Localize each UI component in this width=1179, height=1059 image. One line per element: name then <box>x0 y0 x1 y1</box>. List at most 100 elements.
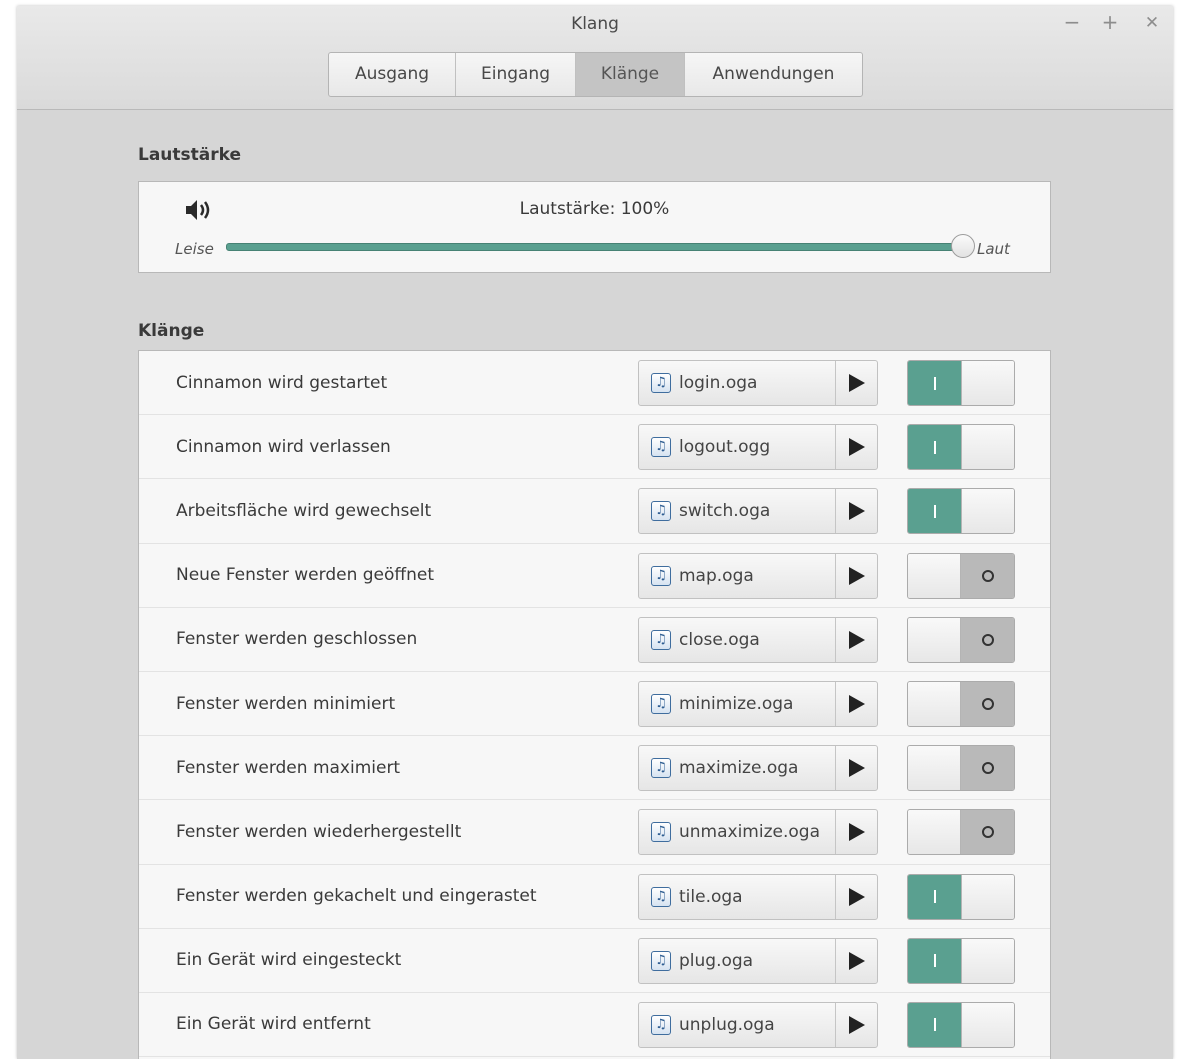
switch-knob <box>908 617 961 662</box>
sound-enable-switch[interactable] <box>907 360 1015 406</box>
volume-max-label: Laut <box>977 240 1010 258</box>
sound-event-label: Neue Fenster werden geöffnet <box>176 565 435 586</box>
play-button[interactable] <box>836 618 877 662</box>
sound-file-chooser: ♫ tile.oga <box>638 873 878 920</box>
audio-file-icon: ♫ <box>651 758 671 779</box>
play-button[interactable] <box>836 489 877 533</box>
sound-file-button[interactable]: ♫ login.oga <box>639 361 836 405</box>
sound-file-button[interactable]: ♫ maximize.oga <box>639 746 836 791</box>
sound-row: Cinnamon wird gestartet ♫ login.oga <box>139 351 1050 416</box>
switch-on-icon <box>933 1018 936 1032</box>
play-icon <box>848 438 865 457</box>
minimize-button[interactable]: − <box>1062 10 1082 34</box>
switch-knob <box>908 810 961 855</box>
sounds-section-title: Klänge <box>138 321 205 341</box>
sound-file-button[interactable]: ♫ tile.oga <box>639 874 836 919</box>
sound-enable-switch[interactable] <box>907 745 1015 792</box>
sound-row: Ein Gerät wird entfernt ♫ unplug.oga <box>139 993 1050 1058</box>
switch-on-indicator <box>908 489 961 534</box>
sound-enable-switch[interactable] <box>907 873 1015 920</box>
sound-file-name: switch.oga <box>679 501 771 522</box>
volume-min-label: Leise <box>175 240 214 258</box>
switch-knob <box>961 489 1014 534</box>
volume-slider-handle[interactable] <box>951 234 975 258</box>
play-button[interactable] <box>836 746 877 790</box>
sound-file-name: map.oga <box>679 565 754 586</box>
switch-off-icon <box>981 762 994 775</box>
audio-file-icon: ♫ <box>651 373 671 393</box>
sound-file-button[interactable]: ♫ minimize.oga <box>639 681 836 726</box>
tab-eingang[interactable]: Eingang <box>456 53 576 96</box>
switch-off-icon <box>981 826 994 839</box>
play-button[interactable] <box>836 939 877 983</box>
audio-file-icon: ♫ <box>651 565 671 586</box>
sound-file-name: unmaximize.oga <box>679 822 820 843</box>
switch-on-indicator <box>908 874 961 919</box>
sound-enable-switch[interactable] <box>907 424 1015 471</box>
play-icon <box>848 502 865 521</box>
sounds-list: Cinnamon wird gestartet ♫ login.oga Cinnamo… <box>138 350 1051 1059</box>
sound-row: Fenster werden maximiert ♫ maximize.oga <box>139 736 1050 801</box>
play-button[interactable] <box>836 1003 877 1047</box>
audio-file-icon: ♫ <box>651 693 671 714</box>
sound-file-chooser: ♫ switch.oga <box>638 488 878 535</box>
sound-file-chooser: ♫ maximize.oga <box>638 745 878 792</box>
sound-file-name: plug.oga <box>679 950 754 971</box>
audio-file-icon: ♫ <box>651 501 671 522</box>
sound-file-button[interactable]: ♫ map.oga <box>639 553 836 598</box>
sound-enable-switch[interactable] <box>907 809 1015 856</box>
sound-file-button[interactable]: ♫ unmaximize.oga <box>639 810 836 855</box>
play-icon <box>848 951 865 970</box>
switch-knob <box>961 874 1014 919</box>
play-button[interactable] <box>836 554 877 598</box>
sound-event-label: Fenster werden gekachelt und eingerastet <box>176 886 537 907</box>
sound-row: Cinnamon wird verlassen ♫ logout.ogg <box>139 415 1050 480</box>
play-button[interactable] <box>836 682 877 726</box>
sound-file-button[interactable]: ♫ close.oga <box>639 617 836 662</box>
switch-on-icon <box>933 890 936 903</box>
sound-event-label: Arbeitsfläche wird gewechselt <box>176 500 432 521</box>
sound-file-name: maximize.oga <box>679 758 799 779</box>
sound-file-chooser: ♫ minimize.oga <box>638 680 878 727</box>
sound-enable-switch[interactable] <box>907 680 1015 727</box>
sound-enable-switch[interactable] <box>907 488 1015 535</box>
audio-file-icon: ♫ <box>651 437 671 458</box>
play-button[interactable] <box>836 361 877 405</box>
switch-on-indicator <box>908 425 961 470</box>
play-button[interactable] <box>836 875 877 919</box>
close-button[interactable]: ✕ <box>1142 13 1162 33</box>
play-button[interactable] <box>836 810 877 854</box>
sound-file-button[interactable]: ♫ switch.oga <box>639 489 836 534</box>
sound-file-chooser: ♫ unplug.oga <box>638 1001 878 1048</box>
switch-on-indicator <box>908 1002 961 1047</box>
sound-enable-switch[interactable] <box>907 937 1015 984</box>
audio-file-icon: ♫ <box>651 822 671 843</box>
play-button[interactable] <box>836 425 877 469</box>
sound-file-button[interactable]: ♫ plug.oga <box>639 938 836 983</box>
tab-klaenge[interactable]: Klänge <box>576 53 685 96</box>
sound-enable-switch[interactable] <box>907 552 1015 599</box>
sound-file-name: login.oga <box>679 373 758 393</box>
sound-event-label: Ein Gerät wird eingesteckt <box>176 950 402 971</box>
sound-row: Fenster werden minimiert ♫ minimize.oga <box>139 672 1050 737</box>
sound-file-button[interactable]: ♫ unplug.oga <box>639 1002 836 1047</box>
switch-off-icon <box>981 697 994 710</box>
sound-file-name: logout.ogg <box>679 437 771 458</box>
maximize-button[interactable]: + <box>1100 10 1120 34</box>
sound-row: Fenster werden geschlossen ♫ close.oga <box>139 608 1050 672</box>
sound-enable-switch[interactable] <box>907 1001 1015 1048</box>
play-icon <box>848 374 865 392</box>
sound-file-button[interactable]: ♫ logout.ogg <box>639 425 836 470</box>
switch-knob <box>908 553 961 598</box>
volume-slider-track[interactable] <box>226 243 968 251</box>
switch-off-indicator <box>961 681 1014 726</box>
play-icon <box>848 887 865 906</box>
audio-file-icon: ♫ <box>651 950 671 971</box>
tab-anwendungen[interactable]: Anwendungen <box>685 53 862 96</box>
play-icon <box>848 566 865 585</box>
sound-file-name: tile.oga <box>679 886 743 907</box>
sound-enable-switch[interactable] <box>907 616 1015 663</box>
audio-file-icon: ♫ <box>651 886 671 907</box>
audio-file-icon: ♫ <box>651 629 671 650</box>
tab-ausgang[interactable]: Ausgang <box>329 53 456 96</box>
